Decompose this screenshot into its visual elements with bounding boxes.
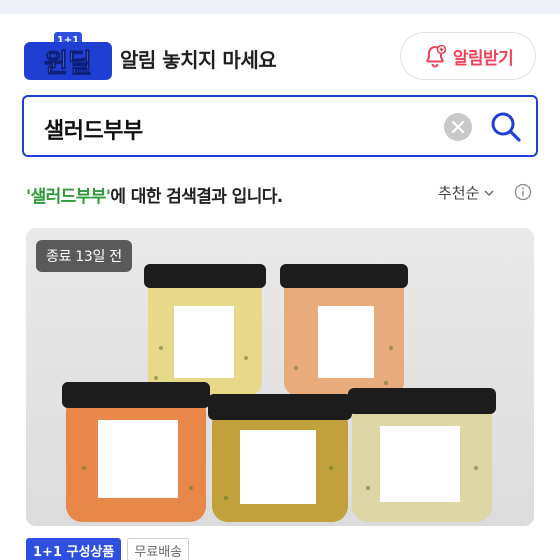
chevron-down-icon: [484, 190, 494, 196]
alarm-button[interactable]: 알림받기: [400, 32, 536, 80]
bundle-tag: 1+1 구성상품: [26, 538, 122, 560]
status-bar: [0, 0, 560, 14]
search-icon: [491, 112, 521, 142]
logo-text: 윈딜: [44, 49, 92, 79]
bell-plus-icon: [425, 44, 447, 68]
close-icon: [451, 120, 465, 134]
sort-dropdown[interactable]: 추천순: [438, 182, 495, 203]
product-tags: 1+1 구성상품 무료배송: [26, 538, 190, 560]
search-input[interactable]: 샐러드부부: [44, 113, 143, 145]
result-summary-row: '샐러드부부'에 대한 검색결과 입니다. 추천순: [26, 180, 536, 210]
alarm-button-label: 알림받기: [452, 48, 514, 69]
app-header: 1+1 윈딜 알림 놓치지 마세요 알림받기: [0, 22, 560, 92]
search-bar[interactable]: 샐러드부부: [22, 95, 538, 157]
product-card[interactable]: 종료 13일 전: [26, 228, 534, 526]
result-suffix: 에 대한 검색결과 입니다.: [110, 187, 283, 207]
product-image: [26, 228, 534, 526]
sort-label: 추천순: [438, 184, 480, 202]
result-summary: '샐러드부부'에 대한 검색결과 입니다.: [26, 182, 283, 207]
header-tagline: 알림 놓치지 마세요: [120, 48, 277, 72]
result-keyword: '샐러드부부': [26, 187, 111, 207]
deal-ending-badge: 종료 13일 전: [36, 240, 132, 272]
clear-search-button[interactable]: [444, 113, 472, 141]
search-button[interactable]: [488, 109, 524, 145]
info-icon[interactable]: [514, 183, 532, 201]
logo[interactable]: 1+1 윈딜: [24, 32, 112, 80]
free-shipping-tag: 무료배송: [127, 538, 190, 560]
